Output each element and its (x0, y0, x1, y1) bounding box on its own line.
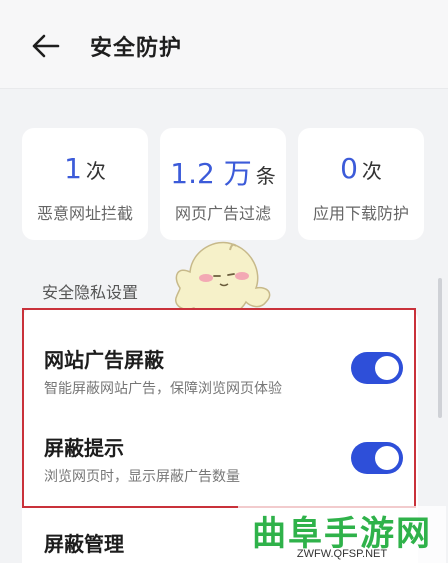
stat-unit: 次 (85, 159, 106, 183)
page-title: 安全防护 (90, 36, 183, 61)
arrow-left-icon[interactable] (30, 32, 62, 60)
stat-unit: 次 (361, 159, 382, 183)
watermark: 曲阜手游网 ZWFW.QFSP.NET (238, 506, 446, 563)
setting-title-block-manage[interactable]: 屏蔽管理 (44, 528, 124, 557)
stat-label: 应用下载防护 (312, 204, 409, 223)
stat-number: 1 (64, 152, 82, 185)
toggle-block-tip[interactable] (351, 442, 403, 474)
stat-card-malicious-url: 1次 恶意网址拦截 (22, 128, 148, 240)
setting-desc-ad-block: 智能屏蔽网站广告，保障浏览网页体验 (44, 381, 282, 397)
toggle-knob (375, 446, 399, 470)
setting-title-ad-block: 网站广告屏蔽 (44, 348, 164, 372)
stat-unit: 条 (255, 164, 276, 188)
stat-label: 网页广告过滤 (174, 204, 271, 223)
stat-number: 0 (340, 152, 358, 185)
setting-desc-block-tip: 浏览网页时，显示屏蔽广告数量 (44, 469, 240, 485)
toggle-ad-block[interactable] (351, 352, 403, 384)
watermark-url: ZWFW.QFSP.NET (296, 548, 388, 560)
stat-card-ad-filter: 1.2 万条 网页广告过滤 (160, 128, 286, 240)
stat-label: 恶意网址拦截 (36, 204, 133, 223)
scrollbar[interactable] (438, 278, 442, 418)
stat-value: 1.2 万条 (160, 152, 286, 192)
toggle-knob (375, 356, 399, 380)
stat-value: 1次 (22, 152, 148, 185)
stat-card-download-protection: 0次 应用下载防护 (298, 128, 424, 240)
setting-title-block-tip: 屏蔽提示 (44, 436, 124, 460)
section-label: 安全隐私设置 (42, 283, 139, 302)
stats-row: 1次 恶意网址拦截 1.2 万条 网页广告过滤 0次 应用下载防护 (22, 128, 426, 240)
stat-number: 1.2 万 (170, 157, 252, 190)
stat-value: 0次 (298, 152, 424, 185)
app-header: 安全防护 (0, 0, 448, 89)
